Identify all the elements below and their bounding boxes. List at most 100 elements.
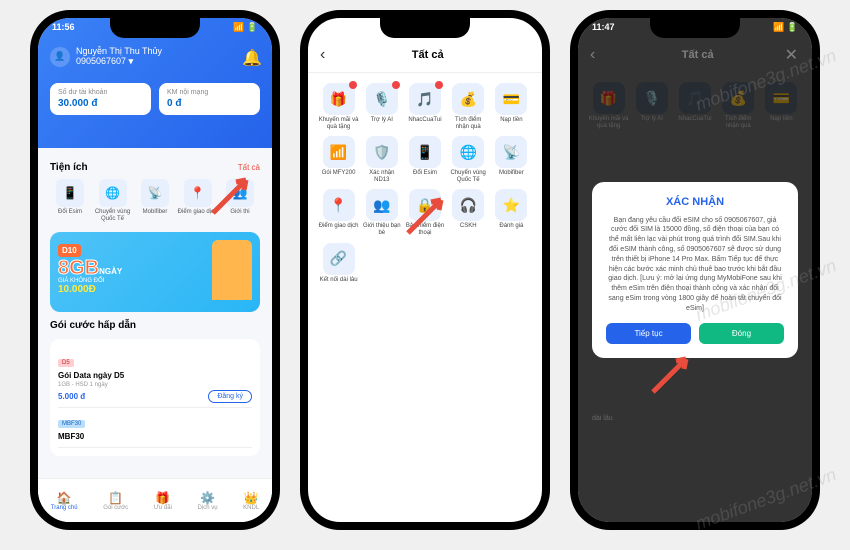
register-button[interactable]: Đăng ký <box>208 390 252 403</box>
grid-item[interactable]: 💳 Nạp tiền <box>491 83 532 130</box>
data-label: KM nội mạng <box>167 89 252 96</box>
grid-icon: 🎁 <box>323 83 355 115</box>
home-icon: 🏠 <box>56 491 72 505</box>
balance-value: 30.000 đ <box>58 98 143 109</box>
status-icons: 📶 🔋 <box>233 22 258 33</box>
grid-item[interactable]: 🔗 Kết nối dài lâu <box>318 243 359 284</box>
tutorial-arrow <box>648 347 698 402</box>
nav-offers[interactable]: 🎁Ưu đãi <box>154 491 172 511</box>
nav-kndl[interactable]: 👑KNDL <box>243 491 259 511</box>
home-screen: 👤 Nguyễn Thị Thu Thủy 0905067607 ▾ 🔔 Số … <box>38 18 272 522</box>
grid-label: NhacCuaTui <box>404 117 445 124</box>
grid-item[interactable]: ⭐ Đánh giá <box>491 189 532 236</box>
kndl-icon: 👑 <box>243 491 259 505</box>
grid-icon: 🎧 <box>452 189 484 221</box>
grid-label: CSKH <box>448 223 489 230</box>
utility-icon: 🌐 <box>99 179 127 207</box>
grid-icon: 🔗 <box>323 243 355 275</box>
data-card[interactable]: KM nội mạng 0 đ <box>159 83 260 115</box>
grid-item[interactable]: 🎙️ Trợ lý AI <box>361 83 402 130</box>
utility-item[interactable]: 📱 Đổi Esim <box>50 179 90 222</box>
grid-label: Nạp tiền <box>491 117 532 124</box>
grid-item[interactable]: 🌐 Chuyển vùng Quốc Tế <box>448 136 489 183</box>
banner-tag: D10 <box>58 244 81 257</box>
utility-icon: 📡 <box>141 179 169 207</box>
services-icon: ⚙️ <box>200 491 216 505</box>
utility-icon: 📱 <box>56 179 84 207</box>
grid-label: Điểm giao dịch <box>318 223 359 230</box>
grid-icon: 📶 <box>323 136 355 168</box>
user-block[interactable]: 👤 Nguyễn Thị Thu Thủy 0905067607 ▾ <box>38 46 272 67</box>
grid-icon: 🌐 <box>452 136 484 168</box>
utility-item[interactable]: 🌐 Chuyển vùng Quốc Tế <box>93 179 133 222</box>
badge-dot <box>392 81 400 89</box>
balance-label: Số dư tài khoản <box>58 89 143 96</box>
grid-icon: 🎙️ <box>366 83 398 115</box>
grid-item[interactable]: 📱 Đổi Esim <box>404 136 445 183</box>
avatar-icon: 👤 <box>50 47 70 67</box>
modal-title: XÁC NHẬN <box>606 196 784 208</box>
user-name: Nguyễn Thị Thu Thủy <box>76 46 162 56</box>
grid-item[interactable]: 🎧 CSKH <box>448 189 489 236</box>
grid-label: Gói MFY200 <box>318 170 359 177</box>
plans-title: Gói cước hấp dẫn <box>50 320 136 331</box>
utility-label: Chuyển vùng Quốc Tế <box>93 209 133 222</box>
grid-item[interactable]: 🎁 Khuyến mãi và quà tặng <box>318 83 359 130</box>
modal-body: Bạn đang yêu cầu đổi eSIM cho số 0905067… <box>606 216 784 314</box>
nav-services[interactable]: ⚙️Dịch vụ <box>198 491 218 511</box>
notification-bell-icon[interactable]: 🔔 <box>242 48 258 64</box>
grid-icon: 📱 <box>409 136 441 168</box>
page-title: Tất cả <box>325 49 530 61</box>
grid-label: Giới thiệu bạn bè <box>361 223 402 236</box>
status-time: 11:56 <box>52 22 75 33</box>
phone-notch <box>650 18 740 38</box>
grid-item[interactable]: 👥 Giới thiệu bạn bè <box>361 189 402 236</box>
utility-label: Đổi Esim <box>50 209 90 216</box>
status-time: 11:47 <box>592 22 615 33</box>
continue-button[interactable]: Tiếp tục <box>606 323 691 344</box>
utility-label: Mobifiber <box>135 209 175 216</box>
plans-section: D5 Gói Data ngày D5 1GB - HSD 1 ngày 5.0… <box>50 339 260 456</box>
grid-icon: ⭐ <box>495 189 527 221</box>
grid-item[interactable]: 📍 Điểm giao dịch <box>318 189 359 236</box>
nav-home[interactable]: 🏠Trang chủ <box>51 491 78 511</box>
utility-item[interactable]: 📡 Mobifiber <box>135 179 175 222</box>
status-icons: 📶 🔋 <box>773 22 798 33</box>
utilities-title: Tiện ích <box>50 162 88 173</box>
promo-banner[interactable]: D10 8GBNGÀY GIÁ KHÔNG ĐỔI 10.000Đ <box>50 232 260 312</box>
phone-notch <box>110 18 200 38</box>
modal-overlay[interactable]: XÁC NHẬN Bạn đang yêu cầu đổi eSIM cho s… <box>578 18 812 522</box>
grid-label: Xác nhận ND13 <box>361 170 402 183</box>
grid-label: Trợ lý AI <box>361 117 402 124</box>
badge-dot <box>349 81 357 89</box>
grid-label: Tích điểm nhận quà <box>448 117 489 130</box>
grid-label: Đánh giá <box>491 223 532 230</box>
plan-name: MBF30 <box>58 432 252 441</box>
grid-label: Chuyển vùng Quốc Tế <box>448 170 489 183</box>
plan-tag: MBF30 <box>58 420 85 428</box>
grid-icon: 🛡️ <box>366 136 398 168</box>
modal-buttons: Tiếp tục Đóng <box>606 323 784 344</box>
plan-name: Gói Data ngày D5 <box>58 371 252 380</box>
grid-label: Khuyến mãi và quà tặng <box>318 117 359 130</box>
nav-plans[interactable]: 📋Gói cước <box>103 491 128 511</box>
balance-card[interactable]: Số dư tài khoản 30.000 đ <box>50 83 151 115</box>
tutorial-arrow <box>208 168 258 223</box>
offers-icon: 🎁 <box>155 491 171 505</box>
grid-item[interactable]: 📶 Gói MFY200 <box>318 136 359 183</box>
grid-label: Kết nối dài lâu <box>318 277 359 284</box>
data-value: 0 đ <box>167 98 252 109</box>
plans-header: Gói cước hấp dẫn <box>50 320 260 331</box>
confirm-modal: XÁC NHẬN Bạn đang yêu cầu đổi eSIM cho s… <box>592 182 798 359</box>
plans-icon: 📋 <box>108 491 124 505</box>
grid-item[interactable]: 🎵 NhacCuaTui <box>404 83 445 130</box>
plan-item[interactable]: D5 Gói Data ngày D5 1GB - HSD 1 ngày 5.0… <box>58 347 252 408</box>
plan-desc: 1GB - HSD 1 ngày <box>58 382 252 388</box>
plan-item[interactable]: MBF30 MBF30 <box>58 408 252 448</box>
grid-item[interactable]: 📡 Mobifiber <box>491 136 532 183</box>
plan-tag: D5 <box>58 359 74 367</box>
grid-label: Mobifiber <box>491 170 532 177</box>
close-button[interactable]: Đóng <box>699 323 784 344</box>
grid-item[interactable]: 💰 Tích điểm nhận quà <box>448 83 489 130</box>
grid-item[interactable]: 🛡️ Xác nhận ND13 <box>361 136 402 183</box>
